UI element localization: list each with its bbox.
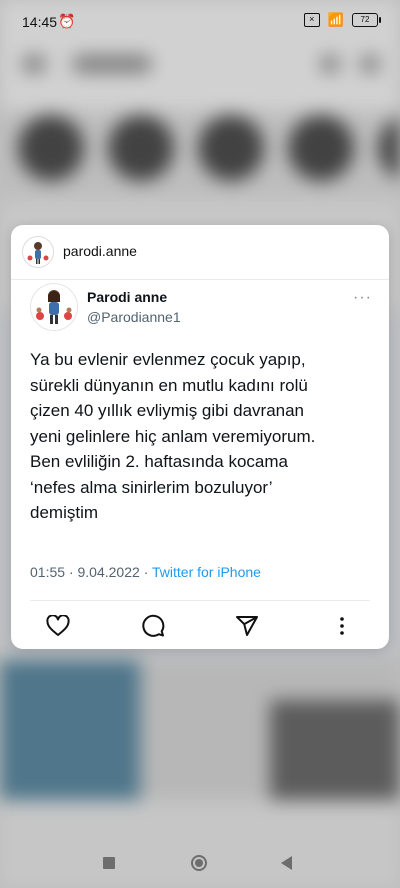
meta-separator: · [143,564,149,580]
status-bar: 14:45 ⏰ × 📶 72 [0,0,400,44]
tweet-date: 9.04.2022 [77,564,140,580]
tweet-time: 01:55 [30,564,66,580]
meta-separator: · [68,564,74,580]
tweet-source: Twitter for iPhone [152,564,261,580]
notification-x-icon: × [303,13,320,27]
back-icon[interactable] [281,856,292,870]
system-nav-bar [0,836,400,888]
post-username[interactable]: parodi.anne [63,243,137,259]
tweet-text: Ya bu evlenir evlenmez çocuk yapıp, süre… [30,350,316,522]
tweet-more-icon: ··· [353,289,372,306]
status-time: 14:45 [22,14,58,30]
battery-icon: 72 [352,13,381,27]
heart-icon[interactable] [45,613,71,639]
comment-icon[interactable] [140,613,166,639]
card-header[interactable]: parodi.anne [11,225,389,280]
tweet-author-name: Parodi anne [87,289,168,305]
share-icon[interactable] [234,613,260,639]
tweet-author-handle: @Parodianne1 [87,309,181,325]
post-actions [11,609,389,643]
more-vertical-icon[interactable] [329,613,355,639]
recent-apps-icon[interactable] [103,857,115,869]
home-icon[interactable] [191,855,207,871]
divider [30,600,370,601]
post-preview-card[interactable]: parodi.anne Parodi anne @Parodianne1 ···… [11,225,389,649]
alarm-icon: ⏰ [58,13,76,29]
tweet-avatar [30,283,78,331]
wifi-icon: 📶 [327,12,344,27]
battery-level: 72 [360,15,370,24]
avatar[interactable] [22,236,54,268]
tweet-meta: 01:55 · 9.04.2022 · Twitter for iPhone [30,564,261,580]
